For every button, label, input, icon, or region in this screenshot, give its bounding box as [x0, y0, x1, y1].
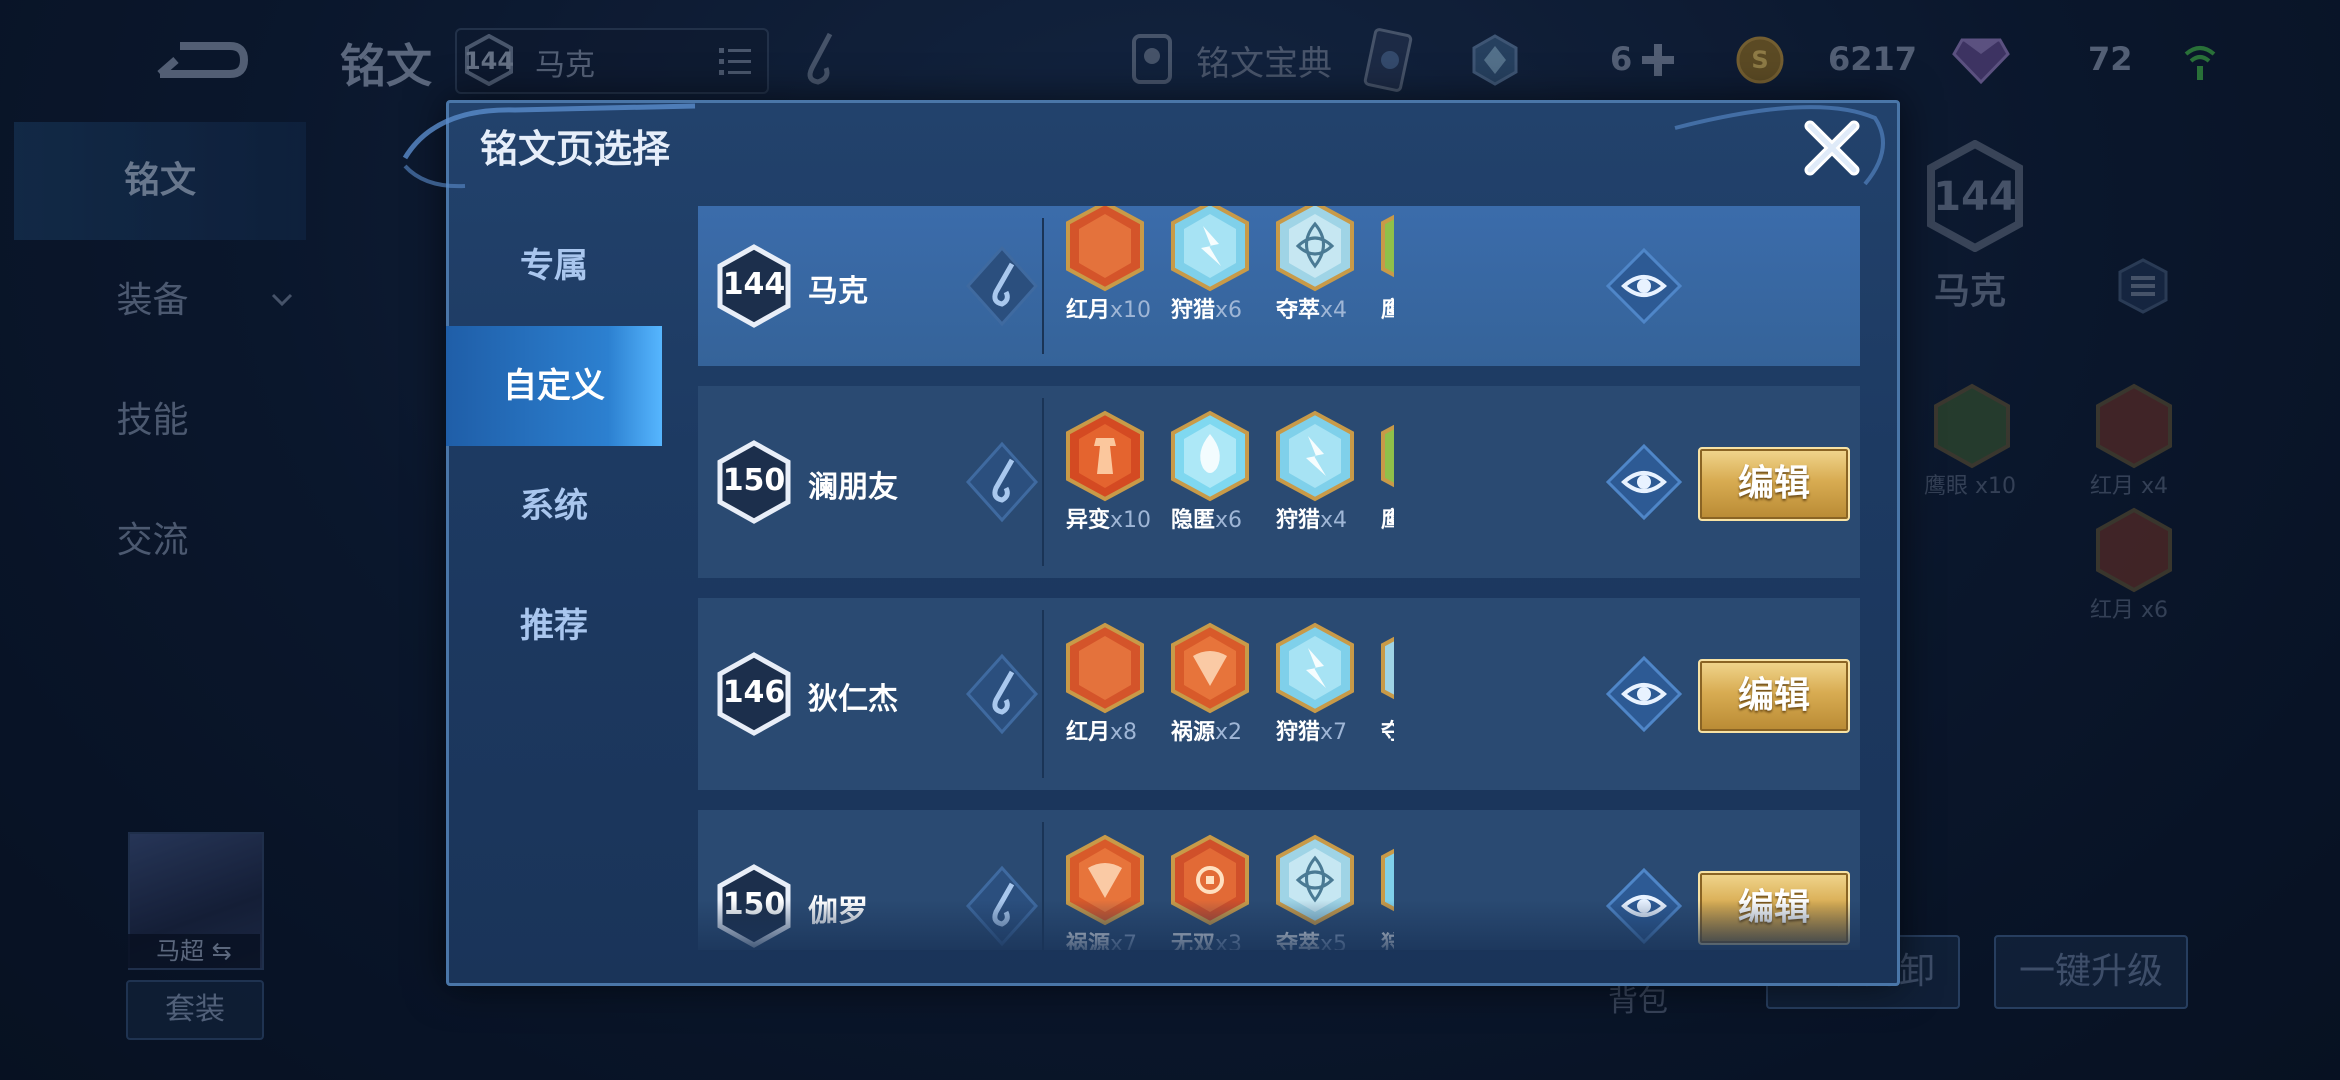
rune-name: 隐匿 — [1171, 508, 1216, 533]
rune-label: 隐匿x6 — [1171, 502, 1242, 534]
rune-name: 狩猎 — [1276, 720, 1321, 745]
hawk-eye-rune-icon — [1379, 206, 1394, 292]
rune-strip: 红月x10 狩猎x6 夺萃x4 鹰眼 — [1050, 206, 1394, 366]
page-level: 150 — [722, 463, 786, 498]
rune-page-list[interactable]: 144马克 红月x10 狩猎x6 夺萃x4 鹰眼150澜朋友 异变x10 隐匿x… — [698, 206, 1860, 950]
edit-button[interactable]: 编辑 — [1698, 447, 1850, 521]
eye-icon[interactable] — [1604, 246, 1684, 326]
rune-count: x6 — [1215, 508, 1243, 533]
rune-name: 夺萃 — [1276, 298, 1321, 323]
row-divider — [1042, 610, 1044, 778]
rune-label: 鹰眼 — [1381, 292, 1394, 324]
rune-label: 红月x10 — [1066, 292, 1151, 324]
rune-label: 狩猎x6 — [1171, 292, 1242, 324]
list-fade — [698, 900, 1860, 952]
rune-name: 红月 — [1066, 720, 1111, 745]
eye-icon[interactable] — [1604, 442, 1684, 522]
page-name: 狄仁杰 — [808, 682, 898, 717]
row-divider — [1042, 218, 1044, 354]
page-level: 144 — [722, 267, 786, 302]
rune-page-row[interactable]: 150 澜朋友 异变x10 隐匿x6 狩猎x4 鹰眼 编辑 — [698, 386, 1860, 578]
eye-icon[interactable] — [1604, 654, 1684, 734]
brush-icon[interactable] — [964, 652, 1040, 736]
rune-label: 祸源x2 — [1171, 714, 1242, 746]
rune-strip: 红月x8 祸源x2 狩猎x7 夺萃 — [1050, 598, 1394, 790]
brush-icon[interactable] — [964, 244, 1040, 328]
red-moon-rune-icon — [1064, 206, 1146, 292]
rune-count: x6 — [1215, 298, 1243, 323]
calamity-rune-icon — [1169, 622, 1251, 714]
rune-name: 狩猎 — [1171, 298, 1216, 323]
rune-count: x4 — [1320, 298, 1348, 323]
tab-recommended[interactable]: 推荐 — [446, 566, 662, 686]
rune-count: x7 — [1320, 720, 1348, 745]
seize-rune-icon — [1274, 206, 1356, 292]
page-level: 146 — [722, 675, 786, 710]
page-name: 马克 — [808, 274, 868, 309]
rune-name: 鹰眼 — [1381, 298, 1394, 323]
row-divider — [1042, 398, 1044, 566]
rune-count: x2 — [1215, 720, 1243, 745]
rune-page-row[interactable]: 146 狄仁杰 红月x8 祸源x2 狩猎x7 夺萃 编辑 — [698, 598, 1860, 790]
rune-label: 鹰眼 — [1381, 502, 1394, 534]
rune-label: 狩猎x7 — [1276, 714, 1347, 746]
rune-label: 夺萃 — [1381, 714, 1394, 746]
tab-exclusive[interactable]: 专属 — [446, 206, 662, 326]
rune-label: 异变x10 — [1066, 502, 1151, 534]
hunt-rune-icon — [1274, 410, 1356, 502]
edit-button[interactable]: 编辑 — [1698, 659, 1850, 733]
rune-name: 鹰眼 — [1381, 508, 1394, 533]
rune-label: 夺萃x4 — [1276, 292, 1347, 324]
rune-count: x8 — [1110, 720, 1138, 745]
hawk-eye-rune-icon — [1379, 410, 1394, 502]
mutation-rune-icon — [1064, 410, 1146, 502]
brush-icon[interactable] — [964, 440, 1040, 524]
rune-name: 红月 — [1066, 298, 1111, 323]
rune-name: 狩猎 — [1276, 508, 1321, 533]
red-moon-rune-icon — [1064, 622, 1146, 714]
rune-name: 异变 — [1066, 508, 1111, 533]
tab-system[interactable]: 系统 — [446, 446, 662, 566]
rune-label: 狩猎x4 — [1276, 502, 1347, 534]
rune-page-row[interactable]: 144 马克 红月x10 狩猎x6 夺萃x4 鹰眼 — [698, 206, 1860, 366]
rune-label: 红月x8 — [1066, 714, 1137, 746]
rune-strip: 异变x10 隐匿x6 狩猎x4 鹰眼 — [1050, 386, 1394, 578]
rune-count: x4 — [1320, 508, 1348, 533]
stealth-rune-icon — [1169, 410, 1251, 502]
seize-rune-icon — [1379, 622, 1394, 714]
rune-count: x10 — [1110, 298, 1152, 323]
tab-custom[interactable]: 自定义 — [446, 326, 662, 446]
hunt-rune-icon — [1274, 622, 1356, 714]
rune-name: 祸源 — [1171, 720, 1216, 745]
rune-name: 夺萃 — [1381, 720, 1394, 745]
hunt-rune-icon — [1169, 206, 1251, 292]
page-name: 澜朋友 — [808, 470, 898, 505]
rune-count: x10 — [1110, 508, 1152, 533]
close-icon[interactable] — [1800, 116, 1864, 180]
dialog-title: 铭文页选择 — [480, 127, 671, 171]
